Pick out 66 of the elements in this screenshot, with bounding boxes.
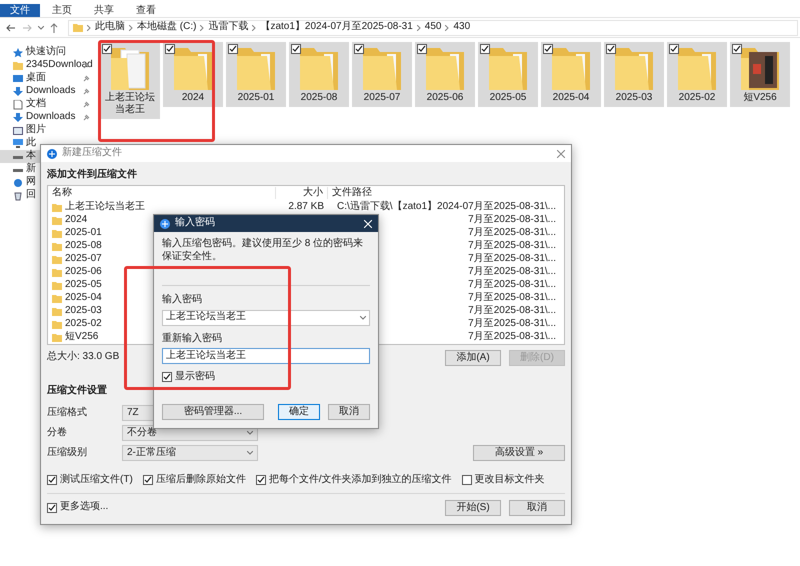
field-label: 压缩格式 (47, 406, 88, 420)
sidebar-label: 回 (26, 189, 36, 202)
select-value: 2-正常压缩 (127, 446, 176, 460)
file-path: 7月至2025-08-31\... (468, 330, 556, 342)
select-value: 不分卷 (127, 426, 157, 440)
folder-name: 2025-04 (552, 92, 590, 104)
field-label: 输入密码 (162, 294, 203, 306)
file-name: 2025-07 (65, 252, 102, 266)
folder-name: 2025-07 (364, 92, 400, 104)
file-name: 上老王论坛当老王 (65, 200, 145, 214)
option-label: 把每个文件/文件夹添加到独立的压缩文件 (268, 474, 452, 486)
folder-name: 上老王论坛当老王 (104, 92, 156, 116)
file-path: 7月至2025-08-31\... (468, 226, 556, 238)
file-size: 2.87 KB (288, 200, 324, 212)
file-path: 7月至2025-08-31\... (468, 252, 556, 264)
dialog-title: 输入密码 (175, 217, 215, 230)
file-name: 2025-08 (65, 240, 102, 252)
sidebar-label: 此 (26, 137, 36, 150)
file-path: C:\迅雷下载\【zato1】2024-07月至2025-08-31\... (337, 200, 556, 212)
option-label: 更多选项... (60, 501, 108, 514)
file-path: 7月至2025-08-31\... (468, 266, 556, 277)
sidebar-label: 图片 (26, 124, 46, 136)
field-label: 重新输入密码 (162, 332, 223, 345)
field-label: 分卷 (47, 426, 68, 440)
dialog-title: 新建压缩文件 (62, 147, 122, 160)
file-name: 2025-05 (65, 278, 102, 292)
sidebar-label: 网 (26, 176, 36, 189)
file-path: 7月至2025-08-31\... (468, 278, 556, 290)
option-label: 测试压缩文件(T) (60, 474, 133, 486)
sidebar-label: 新 (26, 163, 36, 176)
file-name: 2025-03 (65, 304, 102, 318)
file-name: 2025-02 (65, 318, 102, 330)
sidebar-label: Downloads (26, 111, 76, 124)
total-size: 总大小: 33.0 GB (47, 351, 120, 364)
folder-name: 2025-05 (490, 92, 526, 104)
sidebar-label: 快速访问 (26, 46, 66, 59)
option-label: 更改目标文件夹 (474, 474, 545, 486)
select-value: 7Z (127, 406, 139, 420)
instruction-text: 输入压缩包密码。建议使用至少 8 位的密码来保证安全性。 (162, 238, 364, 263)
folder-name: 2025-06 (426, 92, 464, 104)
sidebar-label: Downloads (26, 85, 76, 98)
section-heading: 压缩文件设置 (47, 384, 107, 397)
option-label: 压缩后删除原始文件 (156, 474, 246, 486)
folder-name: 2025-03 (616, 92, 652, 104)
folder-name: 2024 (182, 92, 204, 104)
file-name: 2025-04 (65, 292, 102, 304)
folder-name: 短V256 (743, 92, 777, 104)
file-path: 7月至2025-08-31\... (468, 318, 556, 329)
file-path: 7月至2025-08-31\... (468, 214, 556, 225)
file-name: 短V256 (65, 330, 98, 344)
sidebar-label: 2345Download (26, 59, 93, 72)
sidebar-label: 文档 (26, 98, 46, 111)
file-path: 7月至2025-08-31\... (468, 304, 556, 316)
sidebar-label: 桌面 (26, 72, 46, 85)
section-heading: 添加文件到压缩文件 (46, 168, 138, 182)
file-name: 2025-01 (65, 226, 102, 240)
folder-name: 2025-01 (238, 92, 274, 104)
file-path: 7月至2025-08-31\... (468, 240, 556, 251)
file-name: 2025-06 (65, 266, 102, 278)
folder-name: 2025-02 (678, 92, 716, 104)
sidebar-label: 本 (26, 150, 36, 162)
field-label: 压缩级别 (47, 446, 88, 460)
option-label: 显示密码 (175, 371, 215, 384)
file-path: 7月至2025-08-31\... (468, 292, 556, 303)
file-name: 2024 (65, 214, 88, 226)
folder-name: 2025-08 (300, 92, 338, 104)
